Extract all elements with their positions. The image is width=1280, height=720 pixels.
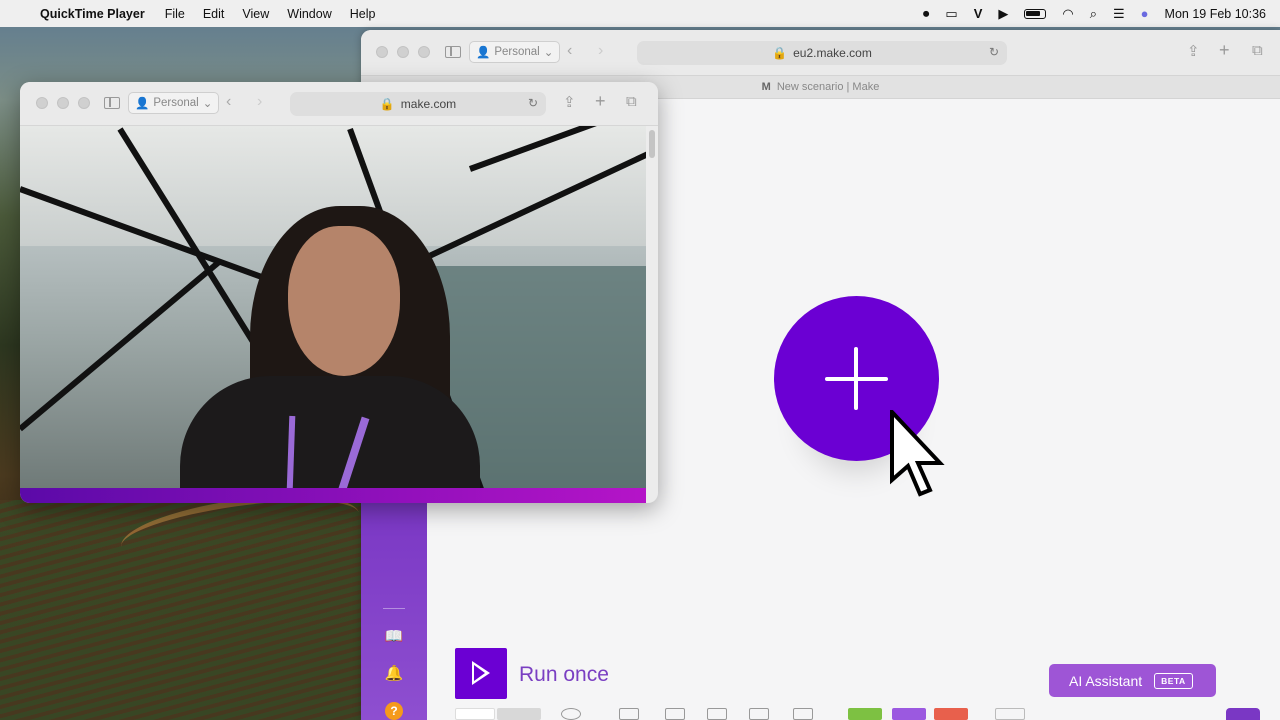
video-progress-bar: [20, 488, 646, 503]
play-circle-icon[interactable]: ▶: [998, 6, 1008, 22]
zoom-window-button[interactable]: [418, 46, 430, 58]
address-bar[interactable]: 🔒 eu2.make.com ↻: [637, 41, 1007, 65]
tools-module-icon[interactable]: [848, 708, 882, 720]
lock-icon: 🔒: [772, 46, 788, 60]
status-area: ⏺ ▭ V ▶ ◠ ⌕ ☰ ● Mon 19 Feb 10:36: [923, 0, 1266, 27]
back-button[interactable]: ‹: [226, 93, 231, 111]
app-menu[interactable]: QuickTime Player: [40, 7, 145, 21]
share-icon[interactable]: ⇪: [1187, 42, 1200, 60]
window-controls: [376, 46, 430, 58]
notes-icon[interactable]: [749, 708, 769, 720]
menu-window[interactable]: Window: [287, 7, 331, 21]
forward-button[interactable]: ›: [598, 42, 603, 60]
chevron-down-icon: ⌄: [543, 47, 554, 59]
save-icon[interactable]: [619, 708, 639, 720]
minimize-window-button[interactable]: [397, 46, 409, 58]
minimize-window-button[interactable]: [57, 97, 69, 109]
wifi-icon[interactable]: ◠: [1062, 6, 1073, 22]
flow-control-icon[interactable]: [892, 708, 926, 720]
share-icon[interactable]: ⇪: [563, 93, 576, 111]
profile-selector-front[interactable]: 👤 Personal ⌄: [128, 92, 220, 114]
scheduling-toggle-off[interactable]: [497, 708, 541, 720]
book-icon[interactable]: 📖: [383, 626, 405, 648]
profile-label: Personal: [153, 97, 199, 109]
tab-title[interactable]: New scenario | Make: [777, 81, 880, 93]
presenter-face: [288, 226, 400, 376]
close-window-button[interactable]: [36, 97, 48, 109]
sidebar-toggle-icon[interactable]: [445, 46, 461, 58]
profile-selector[interactable]: 👤 Personal ⌄: [469, 41, 561, 63]
url-text: eu2.make.com: [793, 46, 872, 60]
back-button[interactable]: ‹: [567, 42, 572, 60]
play-icon-inner: [474, 665, 485, 681]
close-window-button[interactable]: [376, 46, 388, 58]
video-browser-window: 👤 Personal ⌄ ‹ › 🔒 make.com ↻ ⇪ + ⧉: [20, 82, 658, 503]
chat-icon[interactable]: [1226, 708, 1260, 720]
sidebar-toggle-icon[interactable]: [104, 97, 120, 109]
record-icon[interactable]: ⏺: [923, 6, 930, 22]
add-favorite-icon[interactable]: [995, 708, 1025, 720]
vimeo-icon[interactable]: V: [974, 6, 983, 21]
forward-button[interactable]: ›: [257, 93, 262, 111]
window-controls-front: [36, 97, 90, 109]
new-tab-icon[interactable]: +: [1219, 40, 1230, 61]
reload-icon[interactable]: ↻: [989, 45, 999, 59]
menu-clock[interactable]: Mon 19 Feb 10:36: [1165, 7, 1266, 21]
spotlight-search-icon[interactable]: ⌕: [1090, 6, 1097, 22]
scenario-toolbar: [455, 708, 1255, 720]
chevron-down-icon: ⌄: [202, 98, 213, 110]
person-icon: 👤: [476, 47, 491, 59]
menu-file[interactable]: File: [165, 7, 185, 21]
sidebar-divider: [383, 608, 405, 609]
scheduling-toggle[interactable]: [455, 708, 495, 720]
lock-icon: 🔒: [379, 97, 395, 111]
bell-icon[interactable]: 🔔: [383, 663, 405, 685]
presenter-video[interactable]: [20, 126, 646, 488]
menu-edit[interactable]: Edit: [203, 7, 225, 21]
run-once-button[interactable]: [455, 648, 507, 699]
help-button[interactable]: ?: [385, 702, 403, 720]
battery-icon[interactable]: [1024, 8, 1047, 19]
scrollbar[interactable]: [649, 130, 655, 158]
beta-badge: BETA: [1154, 672, 1193, 689]
more-icon[interactable]: [793, 708, 813, 720]
screen-share-icon[interactable]: ▭: [945, 6, 957, 22]
menu-bar: QuickTime Player File Edit View Window H…: [0, 0, 1280, 27]
text-parser-icon[interactable]: [934, 708, 968, 720]
make-sidebar: 📖 🔔: [361, 500, 427, 720]
siri-icon[interactable]: ●: [1141, 6, 1149, 21]
run-once-label[interactable]: Run once: [519, 663, 609, 687]
settings-icon[interactable]: [665, 708, 685, 720]
presenter-body: [180, 376, 480, 488]
clock-icon[interactable]: [561, 708, 581, 720]
address-bar-front[interactable]: 🔒 make.com ↻: [290, 92, 546, 116]
control-center-icon[interactable]: ☰: [1113, 6, 1125, 22]
make-logo-icon: M: [761, 81, 771, 93]
video-decor-line: [20, 259, 222, 432]
plus-icon-v: [854, 347, 858, 410]
url-text: make.com: [400, 97, 457, 111]
browser-toolbar-front: 👤 Personal ⌄ ‹ › 🔒 make.com ↻ ⇪ + ⧉: [20, 82, 658, 126]
menu-view[interactable]: View: [242, 7, 269, 21]
tab-overview-icon[interactable]: ⧉: [626, 93, 637, 110]
tab-overview-icon[interactable]: ⧉: [1252, 42, 1263, 59]
magic-wand-icon[interactable]: [707, 708, 727, 720]
browser-toolbar: 👤 Personal ⌄ ‹ › 🔒 eu2.make.com ↻ ⇪ + ⧉: [361, 30, 1280, 75]
ai-assistant-label: AI Assistant: [1069, 672, 1143, 689]
zoom-window-button[interactable]: [78, 97, 90, 109]
new-tab-icon[interactable]: +: [595, 91, 606, 112]
menu-help[interactable]: Help: [350, 7, 376, 21]
person-icon: 👤: [135, 98, 150, 110]
ai-assistant-button[interactable]: AI Assistant BETA: [1049, 664, 1216, 697]
profile-label: Personal: [494, 46, 540, 58]
mouse-pointer-icon: [890, 410, 945, 497]
reload-icon[interactable]: ↻: [528, 96, 538, 110]
